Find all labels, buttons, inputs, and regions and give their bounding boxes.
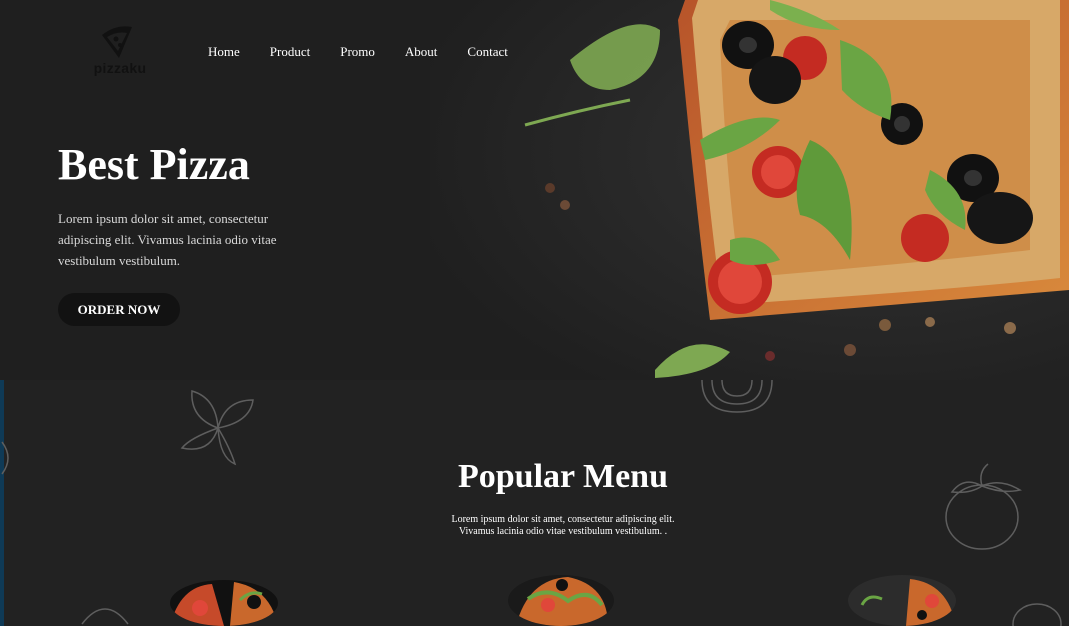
nav-about[interactable]: About bbox=[405, 44, 438, 60]
pizza-slice-icon bbox=[102, 26, 132, 58]
popular-menu-description: Lorem ipsum dolor sit amet, consectetur … bbox=[0, 514, 1069, 538]
pizzaku-logo[interactable]: pizzaku bbox=[90, 24, 150, 80]
hero-description: Lorem ipsum dolor sit amet, consectetur … bbox=[58, 211, 277, 268]
menu-description-line1: Lorem ipsum dolor sit amet, consectetur … bbox=[451, 514, 675, 525]
order-now-button[interactable]: ORDER NOW bbox=[58, 293, 180, 326]
nav-promo[interactable]: Promo bbox=[340, 44, 375, 60]
brand-name: pizzaku bbox=[93, 60, 147, 76]
menu-description-line2: Vivamus lacinia odio vitae vestibulum ve… bbox=[458, 526, 668, 537]
hero-section: pizzaku Home Product Promo About Contact… bbox=[0, 0, 1069, 380]
menu-item-image-1[interactable] bbox=[170, 580, 278, 626]
nav-home[interactable]: Home bbox=[208, 44, 240, 60]
menu-item-image-3[interactable] bbox=[848, 575, 956, 626]
nav-contact[interactable]: Contact bbox=[467, 44, 507, 60]
basil-leaf-icon bbox=[180, 390, 254, 466]
swirl-icon bbox=[701, 379, 773, 413]
main-nav: Home Product Promo About Contact bbox=[208, 44, 538, 60]
menu-item-image-2[interactable] bbox=[508, 575, 614, 626]
nav-product[interactable]: Product bbox=[270, 44, 310, 60]
hero-title: Best Pizza bbox=[58, 140, 250, 189]
swirl-doodle-icon bbox=[1012, 603, 1062, 626]
herb-doodle-icon bbox=[81, 608, 129, 625]
popular-menu-title: Popular Menu bbox=[457, 458, 668, 495]
